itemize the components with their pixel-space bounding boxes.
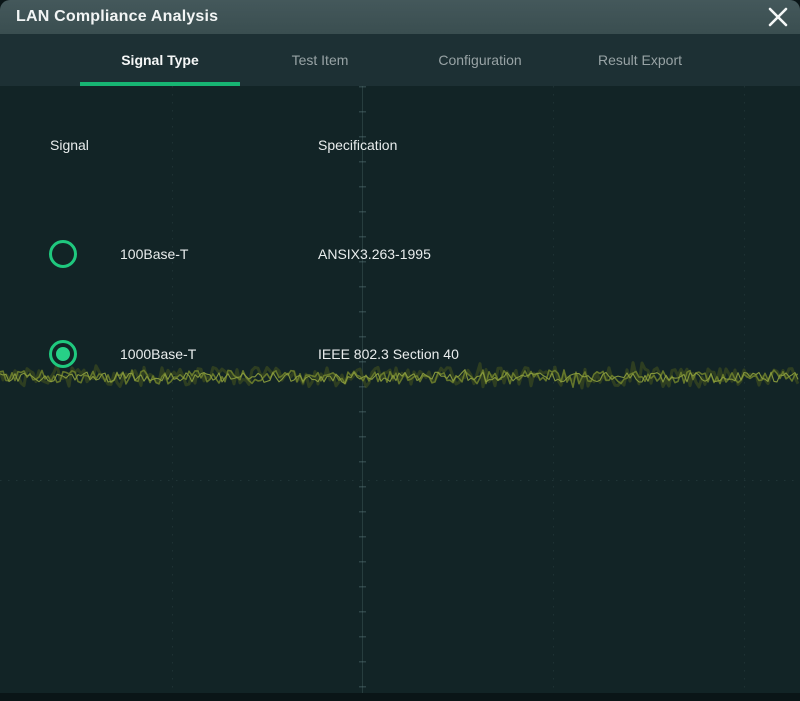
spec-label-1000base-t: IEEE 802.3 Section 40	[318, 346, 459, 362]
graticule-hline	[0, 480, 800, 481]
tab-signal-type-label: Signal Type	[121, 52, 199, 68]
radio-dot	[56, 347, 70, 361]
tab-result-export-label: Result Export	[598, 52, 682, 68]
graticule-vline	[172, 86, 173, 693]
dialog-title: LAN Compliance Analysis	[0, 8, 218, 26]
tab-test-item-label: Test Item	[292, 52, 349, 68]
column-header-signal: Signal	[50, 137, 89, 153]
close-icon	[767, 6, 789, 28]
graticule-vline	[553, 86, 554, 693]
tab-configuration-label: Configuration	[438, 52, 521, 68]
signal-label-100base-t: 100Base-T	[120, 246, 188, 262]
screen-background-strip	[0, 693, 800, 701]
tab-configuration[interactable]: Configuration	[400, 34, 560, 86]
radio-100base-t[interactable]	[49, 240, 77, 268]
tab-result-export[interactable]: Result Export	[560, 34, 720, 86]
signal-label-1000base-t: 1000Base-T	[120, 346, 196, 362]
graticule-center-ticks	[359, 86, 366, 693]
graticule-vline	[744, 86, 745, 693]
close-button[interactable]	[764, 4, 792, 30]
tab-bar: Signal Type Test Item Configuration Resu…	[0, 34, 800, 86]
dialog-titlebar: LAN Compliance Analysis	[0, 0, 800, 34]
tab-test-item[interactable]: Test Item	[240, 34, 400, 86]
signal-type-panel: Signal Specification 100Base-T ANSIX3.26…	[0, 86, 800, 693]
tab-signal-type[interactable]: Signal Type	[80, 34, 240, 86]
column-header-specification: Specification	[318, 137, 397, 153]
radio-1000base-t[interactable]	[49, 340, 77, 368]
spec-label-100base-t: ANSIX3.263-1995	[318, 246, 431, 262]
graticule-center-vline	[362, 86, 363, 693]
lan-compliance-dialog: LAN Compliance Analysis Signal Type Test…	[0, 0, 800, 693]
